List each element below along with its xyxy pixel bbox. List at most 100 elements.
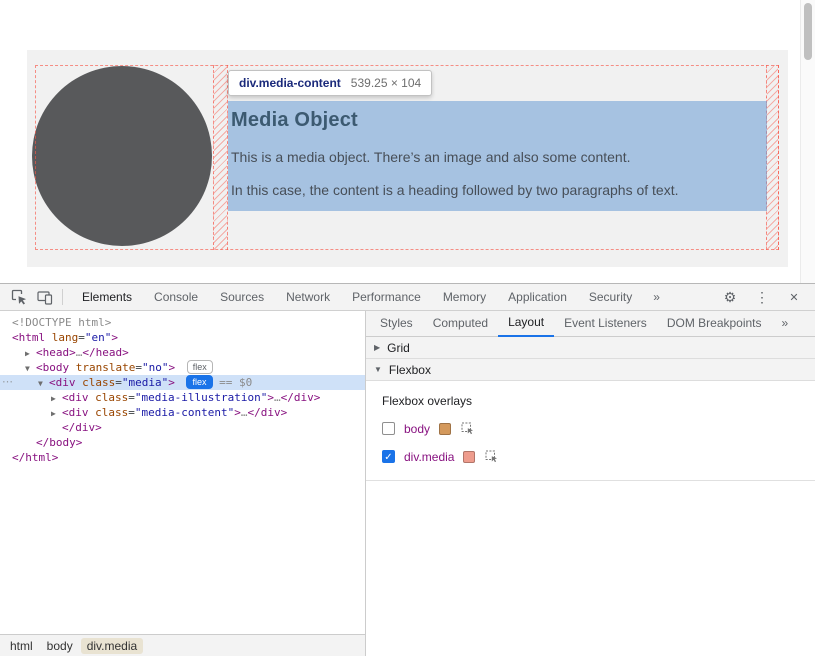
code-token: class — [76, 376, 116, 389]
disclosure-triangle-icon[interactable]: ▼ — [38, 376, 49, 391]
more-tabs-icon[interactable]: » — [653, 284, 660, 311]
overlay-label-body[interactable]: body — [404, 422, 430, 436]
show-overlay-icon[interactable] — [460, 421, 475, 436]
tab-layout[interactable]: Layout — [498, 311, 554, 337]
code-token: > — [168, 361, 181, 374]
tree-node[interactable]: <html lang="en"> — [0, 330, 365, 345]
tab-computed[interactable]: Computed — [423, 311, 498, 337]
code-token: <html — [12, 331, 45, 344]
tree-node[interactable]: </html> — [0, 450, 365, 465]
tree-node[interactable]: </div> — [0, 420, 365, 435]
code-token: </body> — [36, 436, 82, 449]
code-token: "en" — [85, 331, 112, 344]
code-token: class — [89, 391, 129, 404]
devtools-panel: Elements Console Sources Network Perform… — [0, 283, 815, 656]
styles-sidebar: Styles Computed Layout Event Listeners D… — [366, 311, 815, 656]
flex-badge[interactable]: flex — [187, 360, 213, 374]
overlay-checkbox-body[interactable] — [382, 422, 395, 435]
tab-performance[interactable]: Performance — [341, 284, 432, 311]
tab-memory[interactable]: Memory — [432, 284, 497, 311]
tree-node[interactable]: <!DOCTYPE html> — [0, 315, 365, 330]
tree-node-selected[interactable]: ⋯▼<div class="media"> flex == $0 — [0, 375, 365, 390]
media-paragraph: In this case, the content is a heading f… — [231, 182, 761, 198]
overlay-color-swatch[interactable] — [439, 423, 451, 435]
code-token: "media-content" — [135, 406, 234, 419]
layout-section-flexbox[interactable]: ▼ Flexbox — [366, 359, 815, 381]
inspect-highlight-overlay: Media Object This is a media object. The… — [228, 101, 767, 211]
disclosure-triangle-icon[interactable]: ▼ — [25, 361, 36, 376]
more-tabs-icon[interactable]: » — [782, 310, 789, 337]
code-token: > — [234, 406, 241, 419]
tab-dom-breakpoints[interactable]: DOM Breakpoints — [657, 311, 772, 337]
toolbar-separator — [62, 289, 63, 305]
sidebar-tab-bar: Styles Computed Layout Event Listeners D… — [366, 311, 815, 337]
layout-section-grid[interactable]: ▶ Grid — [366, 337, 815, 359]
tab-security[interactable]: Security — [578, 284, 643, 311]
tab-sources[interactable]: Sources — [209, 284, 275, 311]
devtools-toolbar: Elements Console Sources Network Perform… — [0, 284, 815, 311]
overlay-checkbox-div-media[interactable]: ✓ — [382, 450, 395, 463]
code-token: == $0 — [213, 376, 253, 389]
code-token: = — [78, 331, 85, 344]
tab-styles[interactable]: Styles — [370, 311, 423, 337]
tab-network[interactable]: Network — [275, 284, 341, 311]
page-scrollbar[interactable] — [800, 0, 815, 283]
code-token: … — [274, 391, 281, 404]
code-token: <body — [36, 361, 69, 374]
code-token: </html> — [12, 451, 58, 464]
code-token: lang — [45, 331, 78, 344]
kebab-menu-icon[interactable]: ⋮ — [749, 286, 775, 308]
browser-window: Media Object This is a media object. The… — [0, 0, 815, 656]
chevron-down-icon: ▼ — [374, 365, 382, 374]
media-heading: Media Object — [231, 109, 761, 132]
scrollbar-thumb[interactable] — [804, 3, 812, 60]
tree-node[interactable]: ▶<div class="media-content">…</div> — [0, 405, 365, 420]
code-token: > — [111, 331, 118, 344]
device-toolbar-icon[interactable] — [32, 286, 58, 308]
tab-event-listeners[interactable]: Event Listeners — [554, 311, 657, 337]
close-icon[interactable]: ✕ — [781, 286, 807, 308]
flexbox-section-label: Flexbox — [389, 363, 431, 377]
code-token: "media" — [122, 376, 168, 389]
devtools-main: <!DOCTYPE html><html lang="en">▶<head>…<… — [0, 311, 815, 656]
code-token: = — [115, 376, 122, 389]
tree-node[interactable]: ▶<div class="media-illustration">…</div> — [0, 390, 365, 405]
tree-node[interactable]: ▼<body translate="no"> flex — [0, 360, 365, 375]
code-token: </div> — [62, 421, 102, 434]
disclosure-triangle-icon[interactable]: ▶ — [25, 346, 36, 361]
flexbox-overlays-title: Flexbox overlays — [382, 394, 799, 408]
inspect-tooltip: div.media-content 539.25 × 104 — [228, 70, 432, 96]
code-token: > — [267, 391, 274, 404]
show-overlay-icon[interactable] — [484, 449, 499, 464]
code-token: = — [128, 406, 135, 419]
devtools-tab-bar: Elements Console Sources Network Perform… — [71, 284, 643, 311]
node-options-icon[interactable]: ⋯ — [2, 375, 12, 390]
settings-gear-icon[interactable]: ⚙ — [717, 286, 743, 308]
code-token: </div> — [281, 391, 321, 404]
elements-tree: <!DOCTYPE html><html lang="en">▶<head>…<… — [0, 311, 365, 634]
breadcrumb-div-media[interactable]: div.media — [81, 638, 143, 654]
grid-section-label: Grid — [387, 341, 410, 355]
tab-elements[interactable]: Elements — [71, 284, 143, 311]
flexbox-overlays-section: Flexbox overlays body ✓ — [366, 381, 815, 481]
tab-console[interactable]: Console — [143, 284, 209, 311]
breadcrumb-body[interactable]: body — [41, 638, 79, 654]
chevron-right-icon: ▶ — [374, 343, 380, 352]
tab-application[interactable]: Application — [497, 284, 578, 311]
tooltip-dimensions: 539.25 × 104 — [351, 76, 421, 90]
inspect-element-icon[interactable] — [6, 286, 32, 308]
disclosure-triangle-icon[interactable]: ▶ — [51, 406, 62, 421]
disclosure-triangle-icon[interactable]: ▶ — [51, 391, 62, 406]
breadcrumb-html[interactable]: html — [4, 638, 39, 654]
code-token: > — [168, 376, 181, 389]
overlay-row-div-media: ✓ div.media — [382, 449, 799, 464]
toolbar-right-controls: ⚙ ⋮ ✕ — [711, 286, 815, 308]
code-token: = — [135, 361, 142, 374]
inspected-page: Media Object This is a media object. The… — [0, 0, 815, 283]
flex-badge[interactable]: flex — [186, 375, 212, 389]
overlay-label-div-media[interactable]: div.media — [404, 450, 454, 464]
flex-gap-hatch — [213, 65, 228, 250]
overlay-color-swatch[interactable] — [463, 451, 475, 463]
tree-node[interactable]: ▶<head>…</head> — [0, 345, 365, 360]
tree-node[interactable]: </body> — [0, 435, 365, 450]
